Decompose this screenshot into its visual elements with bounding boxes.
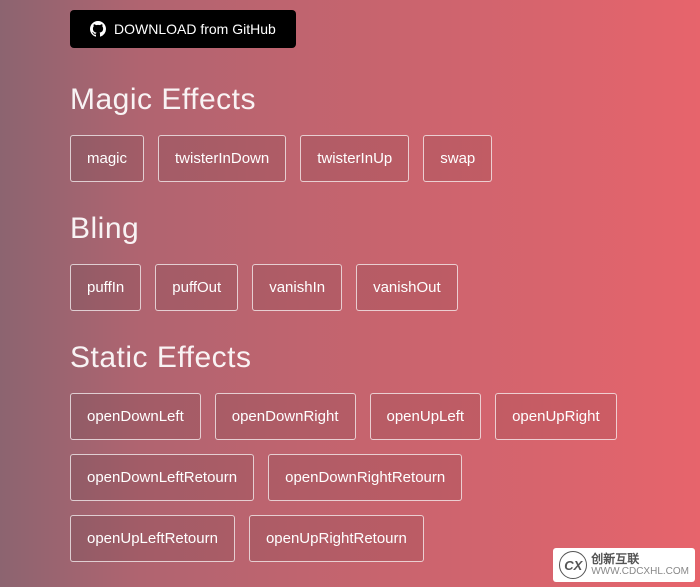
effect-vanishin-button[interactable]: vanishIn (252, 264, 342, 311)
effect-opendownright-button[interactable]: openDownRight (215, 393, 356, 440)
button-row: openDownLeft openDownRight openUpLeft op… (70, 393, 630, 562)
watermark-line1: 创新互联 (591, 553, 689, 566)
watermark-text: 创新互联 WWW.CDCXHL.COM (591, 553, 689, 577)
effect-twisterindown-button[interactable]: twisterInDown (158, 135, 286, 182)
effect-puffout-button[interactable]: puffOut (155, 264, 238, 311)
watermark-line2: WWW.CDCXHL.COM (591, 566, 689, 577)
download-label: DOWNLOAD from GitHub (114, 21, 276, 37)
section-bling: Bling puffIn puffOut vanishIn vanishOut (70, 212, 630, 311)
section-title: Bling (70, 212, 630, 246)
github-icon (90, 21, 106, 37)
button-row: puffIn puffOut vanishIn vanishOut (70, 264, 630, 311)
effect-vanishout-button[interactable]: vanishOut (356, 264, 458, 311)
effect-openupleft-button[interactable]: openUpLeft (370, 393, 482, 440)
download-button[interactable]: DOWNLOAD from GitHub (70, 10, 296, 48)
effect-opendownleftretourn-button[interactable]: openDownLeftRetourn (70, 454, 254, 501)
effect-puffin-button[interactable]: puffIn (70, 264, 141, 311)
section-title: Static Effects (70, 341, 630, 375)
effect-openuprightretourn-button[interactable]: openUpRightRetourn (249, 515, 424, 562)
effect-opendownleft-button[interactable]: openDownLeft (70, 393, 201, 440)
section-title: Magic Effects (70, 83, 630, 117)
effect-openupright-button[interactable]: openUpRight (495, 393, 617, 440)
effect-twisterinup-button[interactable]: twisterInUp (300, 135, 409, 182)
effect-swap-button[interactable]: swap (423, 135, 492, 182)
effect-openupleftretourn-button[interactable]: openUpLeftRetourn (70, 515, 235, 562)
section-static-effects: Static Effects openDownLeft openDownRigh… (70, 341, 630, 562)
watermark: CX 创新互联 WWW.CDCXHL.COM (553, 548, 695, 582)
button-row: magic twisterInDown twisterInUp swap (70, 135, 630, 182)
effect-opendownrightretourn-button[interactable]: openDownRightRetourn (268, 454, 462, 501)
watermark-logo: CX (559, 551, 587, 579)
effect-magic-button[interactable]: magic (70, 135, 144, 182)
section-magic-effects: Magic Effects magic twisterInDown twiste… (70, 83, 630, 182)
